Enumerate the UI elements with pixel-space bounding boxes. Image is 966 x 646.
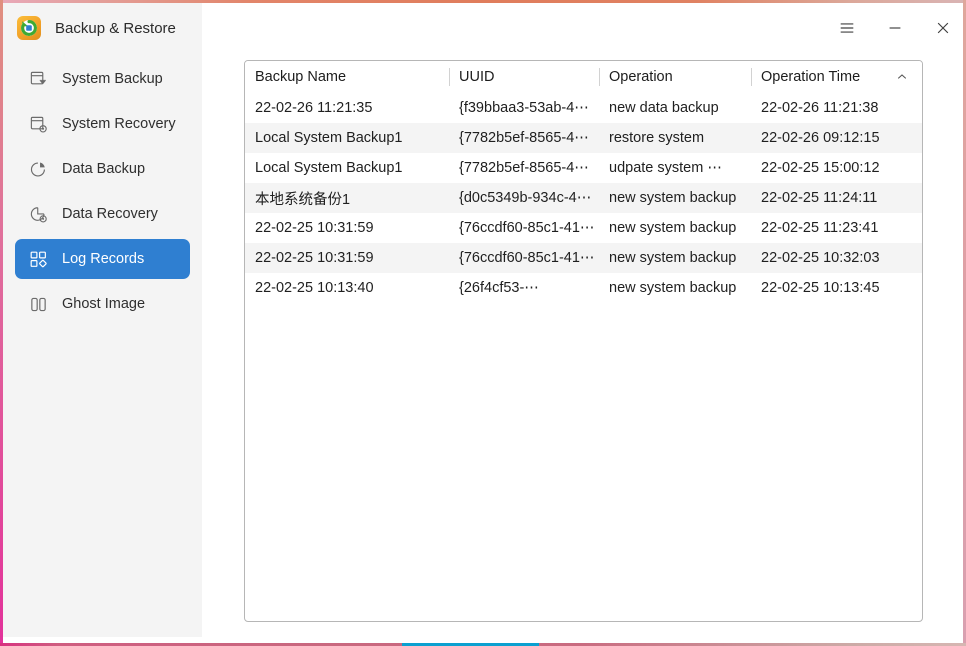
cell-operation-time: 22-02-25 11:24:11	[751, 183, 922, 213]
sidebar: Backup & Restore System Backup System Re…	[3, 3, 202, 637]
system-recovery-icon	[28, 114, 48, 134]
close-button[interactable]	[929, 14, 957, 42]
column-header-operation-time[interactable]: Operation Time	[751, 61, 922, 93]
cell-operation-time: 22-02-25 15:00:12	[761, 160, 880, 176]
column-header-operation[interactable]: Operation	[599, 61, 751, 93]
backup-restore-icon	[17, 16, 41, 40]
sidebar-item-log-records[interactable]: Log Records	[15, 239, 190, 279]
cell-uuid: {76ccdf60-85c1-41⋯	[449, 243, 599, 273]
cell-uuid: {76ccdf60-85c1-41⋯	[459, 220, 595, 236]
log-records-icon	[28, 249, 48, 269]
sidebar-item-label: Data Recovery	[62, 206, 158, 222]
application-window: Backup & Restore System Backup System Re…	[0, 0, 966, 646]
cell-operation: new system backup	[609, 280, 737, 296]
cell-backup-name: 22-02-25 10:13:40	[255, 280, 374, 296]
minimize-button[interactable]	[881, 14, 909, 42]
sidebar-item-label: System Recovery	[62, 116, 176, 132]
cell-operation-time: 22-02-25 10:32:03	[751, 243, 922, 273]
table-row[interactable]: 22-02-25 10:31:59 {76ccdf60-85c1-41⋯ new s…	[245, 213, 922, 243]
sidebar-item-ghost-image[interactable]: Ghost Image	[15, 284, 190, 324]
table-row[interactable]: 22-02-25 10:13:40 {26f4cf53-⋯ new system b…	[245, 273, 922, 303]
system-backup-icon	[28, 69, 48, 89]
table-row[interactable]: 本地系统备份1 {d0c5349b-934c-4⋯ new system backu…	[245, 183, 922, 213]
table-body: 22-02-26 11:21:35 {f39bbaa3-53ab-4⋯ new da…	[245, 93, 922, 303]
sidebar-item-label: Ghost Image	[62, 296, 146, 312]
sidebar-item-label: Log Records	[62, 251, 145, 267]
main-content: Backup Name UUID Operation Operation Tim…	[202, 3, 963, 643]
sidebar-item-system-recovery[interactable]: System Recovery	[15, 104, 190, 144]
cell-uuid: {d0c5349b-934c-4⋯	[449, 183, 599, 213]
table-row[interactable]: Local System Backup1 {7782b5ef-8565-4⋯ res…	[245, 123, 922, 153]
cell-backup-name: 22-02-26 11:21:35	[255, 100, 373, 116]
cell-operation: restore system	[599, 123, 751, 153]
cell-backup-name: Local System Backup1	[245, 123, 449, 153]
app-header: Backup & Restore	[3, 3, 202, 53]
table-row[interactable]: 22-02-25 10:31:59 {76ccdf60-85c1-41⋯ new s…	[245, 243, 922, 273]
cell-operation-time: 22-02-25 10:13:45	[761, 280, 880, 296]
sidebar-item-data-recovery[interactable]: Data Recovery	[15, 194, 190, 234]
cell-backup-name: 22-02-25 10:31:59	[255, 220, 374, 236]
cell-uuid: {7782b5ef-8565-4⋯	[459, 160, 589, 176]
cell-backup-name: 22-02-25 10:31:59	[245, 243, 449, 273]
cell-backup-name: 本地系统备份1	[245, 183, 449, 213]
cell-operation-time: 22-02-25 11:23:41	[761, 220, 879, 236]
log-records-table: Backup Name UUID Operation Operation Tim…	[245, 61, 922, 303]
cell-operation: udpate system ⋯	[609, 160, 722, 176]
data-backup-icon	[28, 159, 48, 179]
sidebar-item-data-backup[interactable]: Data Backup	[15, 149, 190, 189]
cell-uuid: {26f4cf53-⋯	[459, 280, 539, 296]
window-controls	[833, 3, 957, 53]
table-header-row: Backup Name UUID Operation Operation Tim…	[245, 61, 922, 93]
window-body: Backup & Restore System Backup System Re…	[3, 3, 963, 643]
column-header-operation-time-label: Operation Time	[761, 69, 861, 85]
cell-operation: new system backup	[599, 183, 751, 213]
column-header-backup-name[interactable]: Backup Name	[245, 61, 449, 93]
data-recovery-icon	[28, 204, 48, 224]
table-row[interactable]: 22-02-26 11:21:35 {f39bbaa3-53ab-4⋯ new da…	[245, 93, 922, 123]
cell-operation: new data backup	[609, 100, 719, 116]
column-header-uuid[interactable]: UUID	[449, 61, 599, 93]
chevron-up-icon[interactable]	[896, 71, 908, 83]
sidebar-item-system-backup[interactable]: System Backup	[15, 59, 190, 99]
cell-operation: new system backup	[609, 220, 737, 236]
cell-uuid: {f39bbaa3-53ab-4⋯	[459, 100, 589, 116]
cell-operation: new system backup	[599, 243, 751, 273]
cell-operation-time: 22-02-26 09:12:15	[751, 123, 922, 153]
ghost-image-icon	[28, 294, 48, 314]
menu-button[interactable]	[833, 14, 861, 42]
page-title: Backup & Restore	[55, 19, 176, 37]
cell-uuid: {7782b5ef-8565-4⋯	[449, 123, 599, 153]
table-row[interactable]: Local System Backup1 {7782b5ef-8565-4⋯ udp…	[245, 153, 922, 183]
sidebar-item-label: System Backup	[62, 71, 163, 87]
cell-operation-time: 22-02-26 11:21:38	[761, 100, 879, 116]
table-header: Backup Name UUID Operation Operation Tim…	[245, 61, 922, 93]
cell-backup-name: Local System Backup1	[255, 160, 403, 176]
log-records-table-panel: Backup Name UUID Operation Operation Tim…	[244, 60, 923, 622]
sidebar-nav: System Backup System Recovery Data Backu…	[3, 59, 202, 324]
sidebar-item-label: Data Backup	[62, 161, 146, 177]
